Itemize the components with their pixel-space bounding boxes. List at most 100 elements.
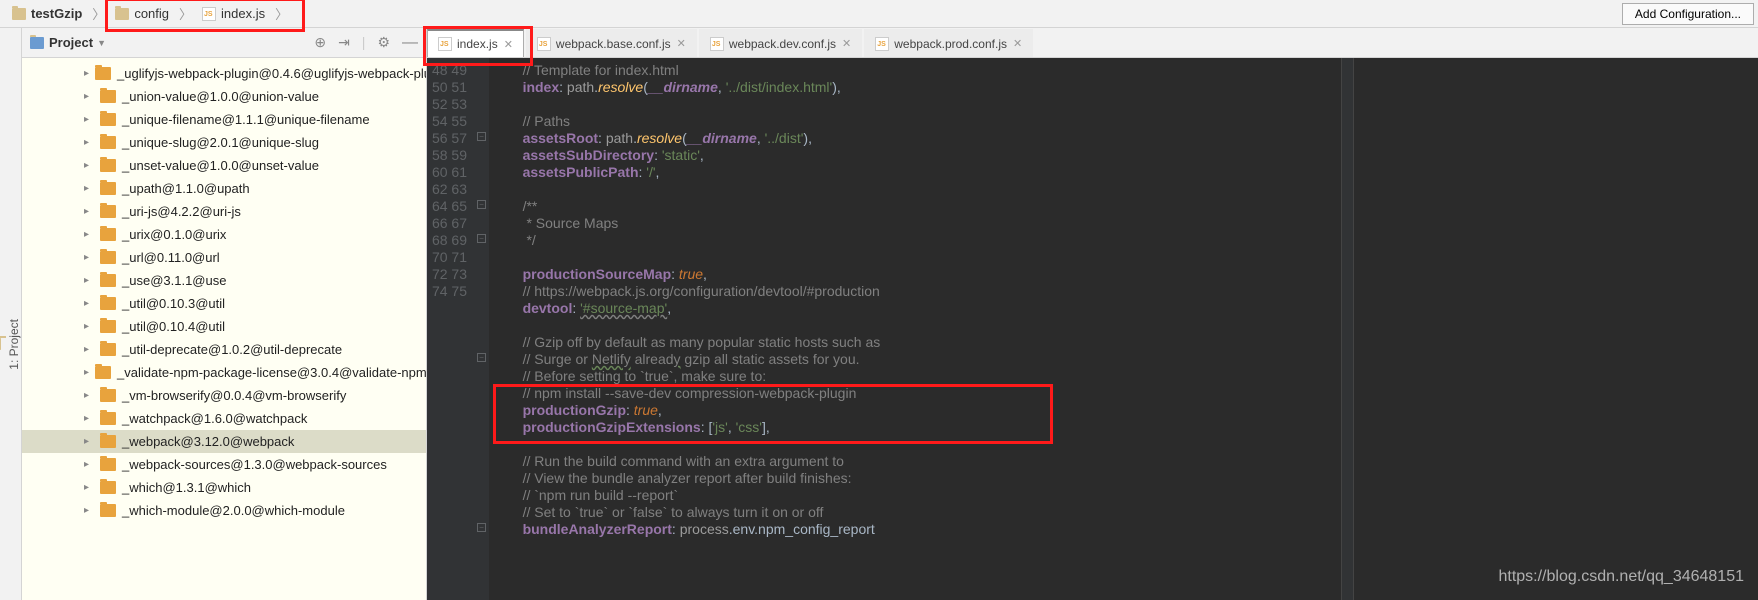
expand-arrow-icon[interactable]: ▸	[84, 68, 89, 79]
tree-item[interactable]: ▸ _util@0.10.3@util	[22, 292, 426, 315]
expand-arrow-icon[interactable]: ▸	[84, 252, 94, 263]
tab-label: webpack.prod.conf.js	[894, 37, 1007, 51]
breadcrumb-label: testGzip	[31, 6, 82, 21]
editor-tab[interactable]: webpack.prod.conf.js ✕	[864, 29, 1033, 57]
tree-item[interactable]: ▸ _vm-browserify@0.0.4@vm-browserify	[22, 384, 426, 407]
tree-item-label: _unique-slug@2.0.1@unique-slug	[122, 135, 319, 150]
editor-tab[interactable]: webpack.base.conf.js✕	[526, 29, 697, 57]
tree-item[interactable]: ▸ _unique-filename@1.1.1@unique-filename	[22, 108, 426, 131]
expand-arrow-icon[interactable]: ▸	[84, 206, 94, 217]
tree-item[interactable]: ▸_uglifyjs-webpack-plugin@0.4.6@uglifyjs…	[22, 62, 426, 85]
target-icon[interactable]: ⊕	[314, 34, 326, 52]
expand-arrow-icon[interactable]: ▸	[84, 505, 94, 516]
close-icon[interactable]: ✕	[677, 37, 686, 50]
expand-arrow-icon[interactable]: ▸	[84, 344, 94, 355]
editor-empty-space	[1353, 58, 1758, 600]
error-stripe[interactable]	[1341, 58, 1353, 600]
tree-item[interactable]: ▸ _util-deprecate@1.0.2@util-deprecate	[22, 338, 426, 361]
folder-icon	[100, 458, 116, 471]
close-icon[interactable]: ✕	[842, 37, 851, 50]
breadcrumb-item-root[interactable]: testGzip	[4, 4, 90, 23]
tree-item[interactable]: ▸ _use@3.1.1@use	[22, 269, 426, 292]
tree-item[interactable]: ▸ _unique-slug@2.0.1@unique-slug	[22, 131, 426, 154]
tree-item[interactable]: ▸ _webpack-sources@1.3.0@webpack-sources	[22, 453, 426, 476]
hide-icon[interactable]: —	[402, 34, 418, 52]
expand-arrow-icon[interactable]: ▸	[84, 298, 94, 309]
tree-item[interactable]: ▸_union-value@1.0.0@union-value	[22, 85, 426, 108]
project-title-label: Project	[49, 35, 93, 50]
left-tool-gutter[interactable]: 1: Project	[0, 28, 22, 600]
expand-arrow-icon[interactable]: ▸	[84, 482, 94, 493]
project-title[interactable]: Project ▼	[30, 35, 106, 50]
chevron-right-icon: 〉	[275, 4, 288, 23]
expand-arrow-icon[interactable]: ▸	[84, 321, 94, 332]
breadcrumb-item-file[interactable]: index.js	[194, 4, 273, 23]
fold-marker-icon[interactable]: −	[477, 132, 486, 141]
tree-item[interactable]: ▸_watchpack@1.6.0@watchpack	[22, 407, 426, 430]
expand-arrow-icon[interactable]: ▸	[84, 160, 94, 171]
tree-item[interactable]: ▸_which@1.3.1@which	[22, 476, 426, 499]
folder-icon	[12, 8, 26, 20]
tree-item-label: _webpack-sources@1.3.0@webpack-sources	[122, 457, 387, 472]
breadcrumb[interactable]: testGzip 〉 config 〉 index.js 〉	[4, 4, 290, 23]
tree-item-label: _uri-js@4.2.2@uri-js	[122, 204, 241, 219]
tree-item[interactable]: ▸_url@0.11.0@url	[22, 246, 426, 269]
code-content[interactable]: // Template for index.html index: path.r…	[489, 58, 1341, 600]
collapse-icon[interactable]: ⇥	[338, 34, 350, 52]
expand-arrow-icon[interactable]: ▸	[84, 137, 94, 148]
divider: |	[362, 34, 366, 52]
expand-arrow-icon[interactable]: ▸	[84, 114, 94, 125]
editor-tab[interactable]: webpack.dev.conf.js ✕	[699, 29, 862, 57]
folder-icon	[100, 412, 116, 425]
expand-arrow-icon[interactable]: ▸	[84, 183, 94, 194]
tab-label: index.js	[457, 37, 498, 51]
tree-item-label: _util-deprecate@1.0.2@util-deprecate	[122, 342, 342, 357]
folder-icon	[100, 136, 116, 149]
add-configuration-button[interactable]: Add Configuration...	[1622, 3, 1754, 25]
tree-item[interactable]: ▸ _uri-js@4.2.2@uri-js	[22, 200, 426, 223]
tab-label: webpack.dev.conf.js	[729, 37, 836, 51]
tree-item[interactable]: ▸_validate-npm-package-license@3.0.4@val…	[22, 361, 426, 384]
tree-item[interactable]: ▸_util@0.10.4@util	[22, 315, 426, 338]
js-file-icon	[875, 37, 889, 51]
tree-item[interactable]: ▸ _upath@1.1.0@upath	[22, 177, 426, 200]
close-icon[interactable]: ✕	[1013, 37, 1022, 50]
expand-arrow-icon[interactable]: ▸	[84, 91, 94, 102]
expand-arrow-icon[interactable]: ▸	[84, 459, 94, 470]
tree-item-label: _use@3.1.1@use	[122, 273, 226, 288]
folder-icon	[100, 159, 116, 172]
code-editor[interactable]: 48 49 50 51 52 53 54 55 56 57 58 59 60 6…	[427, 58, 1758, 600]
tree-item-label: _vm-browserify@0.0.4@vm-browserify	[122, 388, 346, 403]
tree-item[interactable]: ▸_urix@0.1.0@urix	[22, 223, 426, 246]
expand-arrow-icon[interactable]: ▸	[84, 413, 94, 424]
folder-icon	[100, 251, 116, 264]
folder-icon	[100, 435, 116, 448]
fold-marker-icon[interactable]: −	[477, 200, 486, 209]
folder-icon	[100, 297, 116, 310]
project-tree[interactable]: ▸_uglifyjs-webpack-plugin@0.4.6@uglifyjs…	[22, 58, 426, 600]
fold-marker-icon[interactable]: −	[477, 353, 486, 362]
close-icon[interactable]: ✕	[504, 38, 513, 51]
fold-marker-icon[interactable]: −	[477, 234, 486, 243]
editor-tab[interactable]: index.js ✕	[427, 29, 524, 57]
tree-item-label: _util@0.10.3@util	[122, 296, 225, 311]
breadcrumb-item-config[interactable]: config	[107, 4, 177, 23]
gear-icon[interactable]: ⚙	[377, 34, 390, 52]
project-header: Project ▼ ⊕ ⇥ | ⚙ —	[22, 28, 426, 58]
tree-item[interactable]: ▸_which-module@2.0.0@which-module	[22, 499, 426, 522]
folder-icon	[100, 343, 116, 356]
tree-item-label: _unset-value@1.0.0@unset-value	[122, 158, 319, 173]
expand-arrow-icon[interactable]: ▸	[84, 436, 94, 447]
expand-arrow-icon[interactable]: ▸	[84, 229, 94, 240]
tree-item[interactable]: ▸ _unset-value@1.0.0@unset-value	[22, 154, 426, 177]
tree-item-label: _unique-filename@1.1.1@unique-filename	[122, 112, 370, 127]
expand-arrow-icon[interactable]: ▸	[84, 367, 89, 378]
expand-arrow-icon[interactable]: ▸	[84, 275, 94, 286]
tree-item-label: _upath@1.1.0@upath	[122, 181, 250, 196]
fold-gutter[interactable]: − − − − −	[475, 58, 489, 600]
project-tool-label[interactable]: 1: Project	[7, 319, 21, 370]
fold-marker-icon[interactable]: −	[477, 523, 486, 532]
chevron-right-icon: 〉	[179, 4, 192, 23]
tree-item[interactable]: ▸_webpack@3.12.0@webpack	[22, 430, 426, 453]
expand-arrow-icon[interactable]: ▸	[84, 390, 94, 401]
